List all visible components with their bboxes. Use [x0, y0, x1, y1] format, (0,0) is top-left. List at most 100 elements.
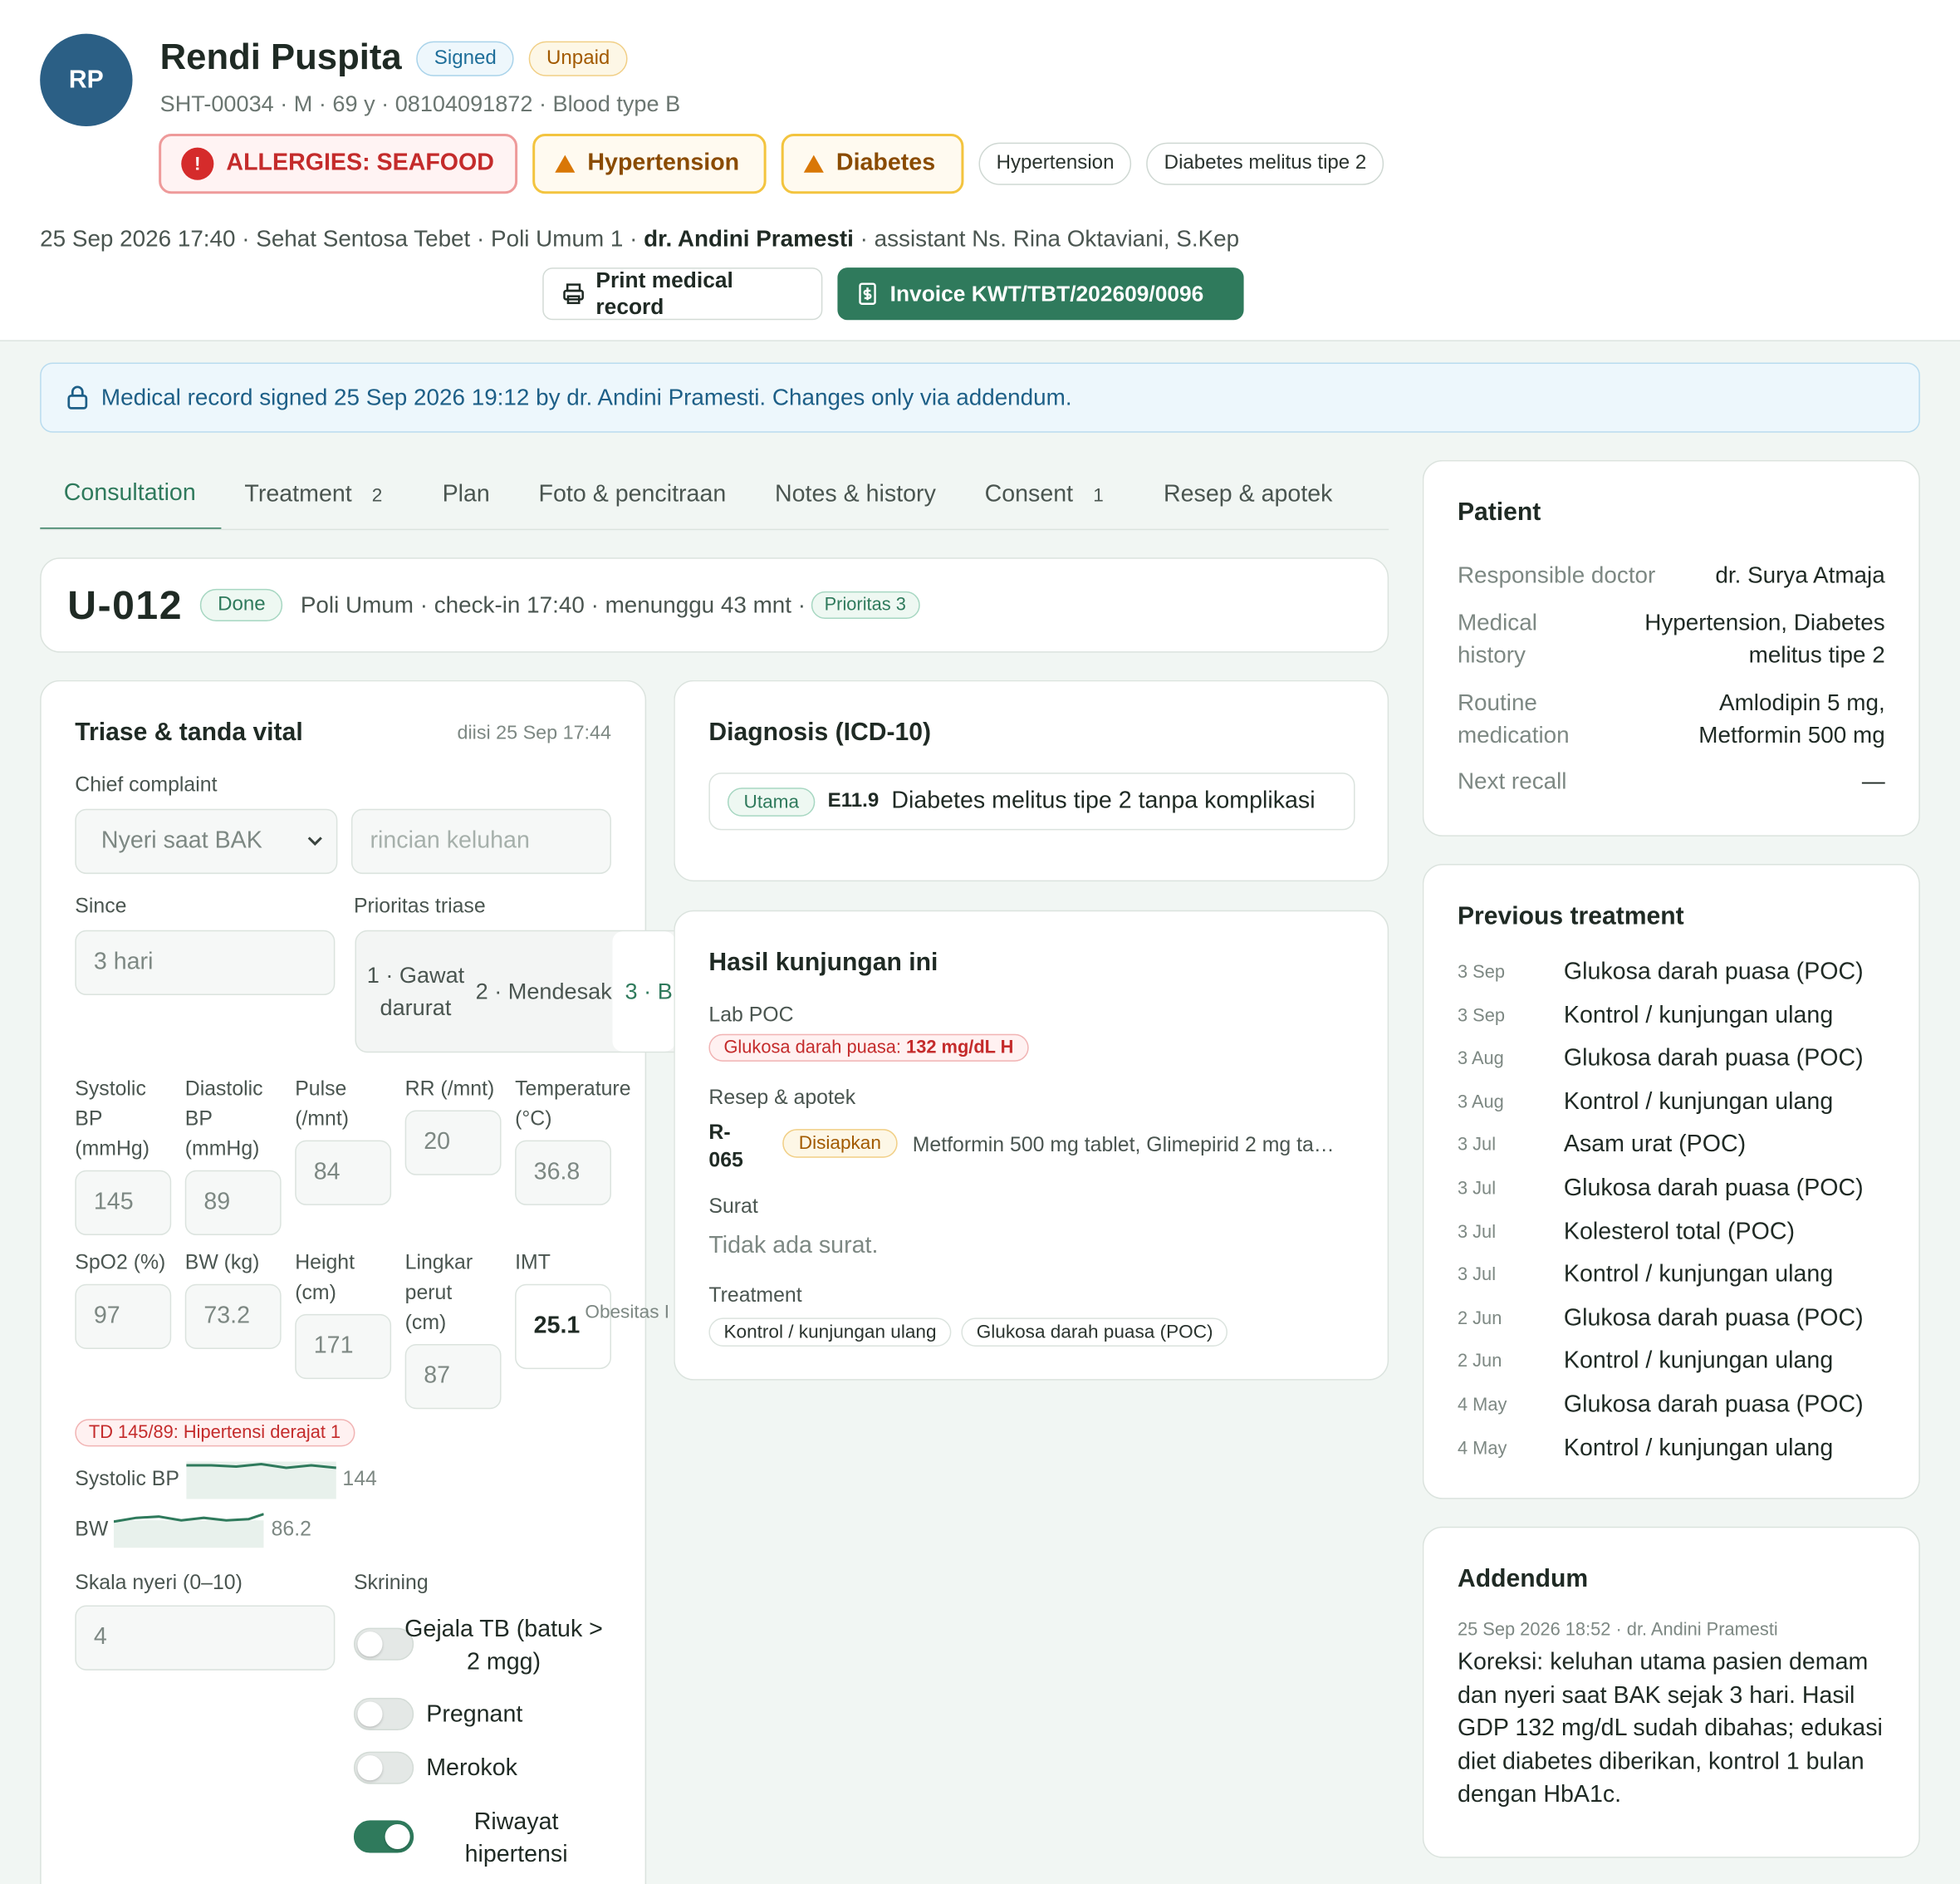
tab-foto-pencitraan[interactable]: Foto & pencitraan [515, 460, 751, 529]
tab-count: 1 [1093, 484, 1104, 506]
treatment-name: Kontrol / kunjungan ulang [1563, 1348, 1834, 1375]
tab-notes-history[interactable]: Notes & history [751, 460, 961, 529]
signed-banner: Medical record signed 25 Sep 2026 19:12 … [40, 362, 1920, 433]
tab-count: 2 [371, 484, 383, 506]
printer-icon [563, 283, 584, 305]
triage-priority-label: Prioritas triase [353, 895, 486, 918]
tab-consent[interactable]: Consent 1 [961, 460, 1129, 529]
list-item[interactable]: 4 May Glukosa darah puasa (POC) [1458, 1391, 1889, 1419]
pulse-input[interactable]: 84 [295, 1140, 392, 1205]
allergy-text: ALLERGIES: SEAFOOD [226, 150, 494, 177]
list-item[interactable]: 3 Sep Glukosa darah puasa (POC) [1458, 959, 1889, 986]
toggle-knob [385, 1823, 410, 1850]
previous-treatment-card: Previous treatment 3 Sep Glukosa darah pu… [1422, 864, 1920, 1499]
lab-poc-label: Lab POC [708, 1003, 794, 1027]
treatment-name: Kontrol / kunjungan ulang [1563, 1261, 1834, 1288]
list-item[interactable]: 3 Jul Kolesterol total (POC) [1458, 1219, 1889, 1246]
spo2-label: SpO2 (%) [75, 1251, 166, 1274]
bw-value: 73.2 [203, 1303, 250, 1329]
lab-name: Glukosa darah puasa: [723, 1038, 907, 1058]
visit-info: 25 Sep 2026 17:40 · Sehat Sentosa Tebet … [40, 225, 1239, 253]
option-label: 1 · Gawat darurat [366, 962, 465, 1021]
list-item[interactable]: 3 Jul Glukosa darah puasa (POC) [1458, 1175, 1889, 1203]
bp-flag-badge: TD 145/89: Hipertensi derajat 1 [75, 1419, 355, 1447]
priority-option-2[interactable]: 2 · Mendesak [475, 931, 613, 1051]
list-item[interactable]: 3 Jul Kontrol / kunjungan ulang [1458, 1262, 1889, 1289]
complaint-detail-input[interactable]: rincian keluhan [350, 808, 611, 875]
toggle-hypertension-history[interactable] [353, 1820, 414, 1853]
triage-priority-selector: 1 · Gawat darurat 2 · Mendesak 3 · Biasa [355, 930, 687, 1053]
addendum-text: Koreksi: keluhan utama pasien demam dan … [1457, 1649, 1883, 1808]
bw-input[interactable]: 73.2 [184, 1283, 282, 1350]
tab-treatment[interactable]: Treatment 2 [221, 460, 408, 529]
allergy-alert: ! ALLERGIES: SEAFOOD [159, 134, 518, 194]
treatment-name: Glukosa darah puasa (POC) [1563, 1391, 1864, 1418]
height-label: Height (cm) [295, 1251, 355, 1304]
treatment-date: 3 Jul [1457, 1136, 1497, 1156]
diastolic-input[interactable]: 89 [184, 1170, 282, 1236]
tab-label: Notes & history [774, 481, 936, 508]
treatment-date: 4 May [1457, 1395, 1507, 1415]
doctor-name: dr. Andini Pramesti [644, 224, 854, 252]
treatment-name: Glukosa darah puasa (POC) [1563, 1175, 1864, 1202]
since-label: Since [75, 895, 127, 918]
imt-output: 25.1 [515, 1283, 611, 1370]
rr-input[interactable]: 20 [404, 1110, 502, 1175]
invoice-button[interactable]: Invoice KWT/TBT/202609/0096 [837, 267, 1244, 321]
priority-option-1[interactable]: 1 · Gawat darurat [356, 931, 475, 1051]
rx-label: Resep & apotek [708, 1086, 856, 1110]
list-item[interactable]: 3 Sep Kontrol / kunjungan ulang [1458, 1002, 1889, 1029]
list-item[interactable]: 2 Jun Glukosa darah puasa (POC) [1458, 1305, 1889, 1332]
chief-complaint-select[interactable]: Nyeri saat BAK [75, 808, 338, 875]
receipt-icon [859, 282, 876, 305]
treatment-label: Treatment [708, 1283, 802, 1307]
toggle-knob [357, 1701, 383, 1727]
print-record-button[interactable]: Print medical record [542, 267, 823, 321]
list-item[interactable]: 3 Jul Asam urat (POC) [1458, 1132, 1889, 1160]
bw-sparkline [113, 1513, 264, 1548]
list-item[interactable]: 3 Aug Kontrol / kunjungan ulang [1458, 1089, 1889, 1116]
spo2-input[interactable]: 97 [75, 1283, 172, 1350]
next-recall-value: — [1861, 768, 1885, 794]
chief-complaint-label: Chief complaint [75, 773, 218, 797]
pain-scale-input[interactable]: 4 [75, 1605, 336, 1671]
treatment-name: Kontrol / kunjungan ulang [1563, 1435, 1834, 1461]
hypertension-alert: Hypertension [532, 134, 767, 194]
height-input[interactable]: 171 [295, 1313, 392, 1380]
screening-pregnant-label: Pregnant [426, 1701, 523, 1729]
page: RP Rendi Puspita Signed Unpaid SHT-00034… [0, 0, 1960, 1884]
since-input[interactable]: 3 hari [75, 930, 336, 996]
imt-class: Obesitas I [585, 1301, 670, 1323]
name-row: Rendi Puspita Signed Unpaid [160, 37, 628, 79]
bw-label: BW (kg) [184, 1251, 260, 1274]
temperature-input[interactable]: 36.8 [515, 1140, 611, 1205]
waist-input[interactable]: 87 [404, 1343, 502, 1410]
bp-flag-wrap: TD 145/89: Hipertensi derajat 1 [75, 1419, 355, 1447]
pain-scale-label: Skala nyeri (0–10) [75, 1571, 243, 1595]
imt-value: 25.1 [533, 1312, 581, 1339]
patient-header: RP Rendi Puspita Signed Unpaid SHT-00034… [0, 0, 1960, 341]
list-item[interactable]: 3 Aug Glukosa darah puasa (POC) [1458, 1046, 1889, 1073]
list-item[interactable]: 4 May Kontrol / kunjungan ulang [1458, 1435, 1889, 1462]
systolic-label: Systolic BP (mmHg) [75, 1077, 149, 1160]
tab-consultation[interactable]: Consultation [40, 460, 221, 529]
toggle-pregnant[interactable] [353, 1697, 414, 1731]
lab-result-badge: Glukosa darah puasa: 132 mg/dL H [708, 1033, 1029, 1062]
print-record-label: Print medical record [595, 267, 733, 319]
chevron-down-icon [307, 837, 322, 846]
since-value: 3 hari [93, 949, 154, 975]
systolic-input[interactable]: 145 [75, 1170, 172, 1236]
list-item[interactable]: 2 Jun Kontrol / kunjungan ulang [1458, 1348, 1889, 1376]
diagnosis-row[interactable]: Utama E11.9 Diabetes melitus tipe 2 tanp… [708, 773, 1355, 831]
priority-option-3[interactable]: 3 · Biasa [612, 931, 675, 1052]
tab-label: Resep & apotek [1163, 481, 1333, 508]
tab-resep-apotek[interactable]: Resep & apotek [1129, 460, 1358, 529]
patient-meta: SHT-00034 · M · 69 y · 08104091872 · Blo… [159, 91, 681, 116]
responsible-doctor-value: dr. Surya Atmaja [1715, 561, 1885, 588]
triage-card: Triase & tanda vital diisi 25 Sep 17:44 … [40, 680, 687, 1884]
toggle-smoking[interactable] [353, 1751, 414, 1784]
rx-items[interactable]: Metformin 500 mg tablet, Glimepirid 2 mg… [913, 1134, 1335, 1158]
invoice-label: Invoice KWT/TBT/202609/0096 [889, 280, 1204, 306]
tab-plan[interactable]: Plan [407, 460, 514, 529]
systolic-value: 145 [93, 1189, 134, 1215]
